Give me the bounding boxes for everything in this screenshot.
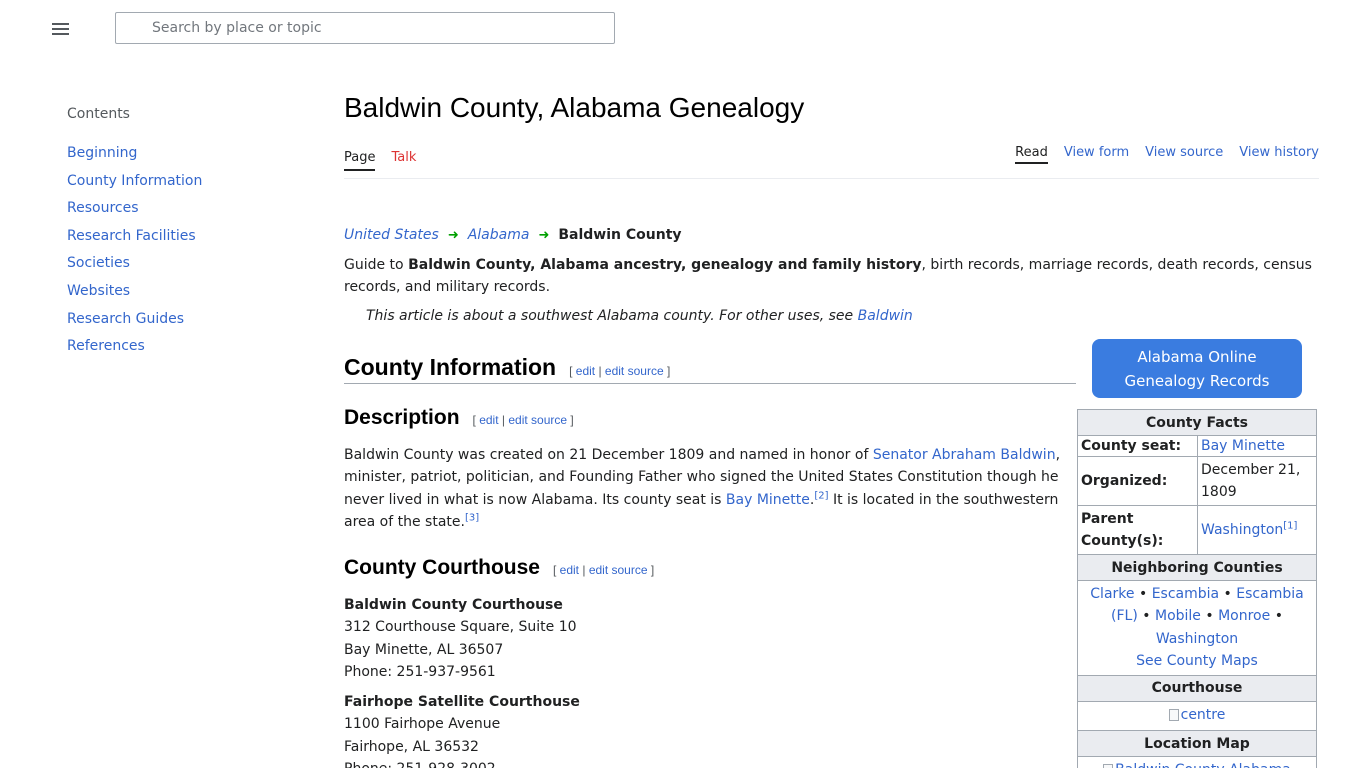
courthouse-title: Courthouse [1077, 674, 1317, 702]
toc-list: Beginning County Information Resources R… [67, 143, 307, 364]
neighbor-link[interactable]: Monroe [1218, 608, 1270, 624]
link-parent-county[interactable]: Washington [1201, 522, 1283, 538]
tab-view-source[interactable]: View source [1145, 145, 1223, 164]
edit-source-link[interactable]: edit source [605, 364, 664, 378]
edit-link[interactable]: edit [560, 563, 579, 577]
courthouse-address: Fairhope Satellite Courthouse 1100 Fairh… [344, 694, 580, 768]
page-title: Baldwin County, Alabama Genealogy [344, 92, 805, 123]
facts-value: Washington[1] [1197, 505, 1317, 555]
heading-description: Description [ edit | edit source ] [344, 406, 574, 429]
ref-3[interactable]: [3] [465, 513, 479, 524]
hatnote-link-baldwin[interactable]: Baldwin [858, 308, 913, 324]
tab-talk[interactable]: Talk [391, 150, 416, 171]
toc-item-research-guides[interactable]: Research Guides [67, 311, 184, 327]
link-bay-minette[interactable]: Bay Minette [726, 492, 810, 508]
alabama-online-records-button[interactable]: Alabama Online Genealogy Records [1092, 339, 1302, 398]
neighbor-link[interactable]: Clarke [1090, 586, 1134, 602]
editsection: [ edit | edit source ] [569, 364, 671, 378]
toc-item-county-information[interactable]: County Information [67, 173, 202, 189]
courthouse-image[interactable]: centre [1077, 700, 1317, 732]
table-of-contents: Contents Beginning County Information Re… [67, 104, 307, 364]
heading-divider [344, 383, 1076, 384]
ref-2[interactable]: [2] [814, 490, 828, 501]
facts-value: December 21, 1809 [1197, 456, 1317, 506]
toc-item-societies[interactable]: Societies [67, 255, 130, 271]
neighbor-link[interactable]: Mobile [1155, 608, 1201, 624]
facts-label: Organized: [1077, 456, 1198, 506]
ref-1[interactable]: [1] [1283, 520, 1297, 531]
see-county-maps-link[interactable]: See County Maps [1136, 653, 1258, 669]
heading-county-courthouse: County Courthouse [ edit | edit source ] [344, 556, 655, 579]
toc-item-resources[interactable]: Resources [67, 200, 139, 216]
heading-county-information: County Information [ edit | edit source … [344, 354, 671, 380]
arrow-right-icon: ➜ [538, 227, 550, 243]
editsection: [ edit | edit source ] [472, 413, 574, 427]
breadcrumb-united-states[interactable]: United States [344, 227, 439, 243]
tab-view-form[interactable]: View form [1064, 145, 1129, 164]
main-menu-button[interactable] [48, 16, 74, 42]
breadcrumb-alabama[interactable]: Alabama [468, 227, 530, 243]
county-facts-table: County Facts County seat: Bay Minette Or… [1077, 409, 1317, 768]
breadcrumb: United States ➜ Alabama ➜ Baldwin County [344, 225, 682, 245]
hatnote: This article is about a southwest Alabam… [366, 308, 913, 324]
link-senator-abraham-baldwin[interactable]: Senator Abraham Baldwin [873, 447, 1056, 463]
facts-label: Parent County(s): [1077, 505, 1198, 555]
toc-item-research-facilities[interactable]: Research Facilities [67, 228, 196, 244]
neighbor-link[interactable]: Escambia [1152, 586, 1219, 602]
editsection: [ edit | edit source ] [552, 563, 655, 577]
toc-item-references[interactable]: References [67, 338, 145, 354]
edit-link[interactable]: edit [576, 364, 595, 378]
arrow-right-icon: ➜ [447, 227, 459, 243]
edit-source-link[interactable]: edit source [508, 413, 567, 427]
location-map-title: Location Map [1077, 730, 1317, 758]
courthouse-address: Baldwin County Courthouse 312 Courthouse… [344, 597, 577, 681]
edit-link[interactable]: edit [479, 413, 498, 427]
broken-image-icon [1168, 708, 1179, 721]
toc-title: Contents [67, 106, 130, 122]
tabs-divider [344, 178, 1319, 179]
page-actions: Read View form View source View history [1015, 145, 1319, 164]
hamburger-icon [52, 23, 69, 35]
broken-image-icon [1103, 764, 1114, 768]
neighbors-title: Neighboring Counties [1077, 554, 1317, 581]
tab-view-history[interactable]: View history [1239, 145, 1319, 164]
intro-bold: Baldwin County, Alabama ancestry, geneal… [408, 257, 922, 273]
page-tabs: Page Talk [344, 150, 416, 171]
facts-value: Bay Minette [1197, 435, 1317, 457]
link-county-seat[interactable]: Bay Minette [1201, 438, 1285, 454]
tab-read[interactable]: Read [1015, 145, 1048, 164]
tab-page[interactable]: Page [344, 150, 376, 171]
neighbor-link[interactable]: Washington [1156, 631, 1238, 647]
neighbors-list: Clarke • Escambia • Escambia (FL) • Mobi… [1077, 580, 1317, 676]
toc-item-websites[interactable]: Websites [67, 283, 130, 299]
breadcrumb-current: Baldwin County [558, 227, 682, 243]
edit-source-link[interactable]: edit source [589, 563, 648, 577]
location-map-image[interactable]: Baldwin County Alabama [1077, 756, 1317, 768]
intro-paragraph: Guide to Baldwin County, Alabama ancestr… [344, 257, 1312, 295]
facts-label: County seat: [1077, 435, 1198, 457]
toc-item-beginning[interactable]: Beginning [67, 145, 137, 161]
facts-title: County Facts [1077, 409, 1317, 436]
description-paragraph: Baldwin County was created on 21 Decembe… [344, 447, 1061, 531]
